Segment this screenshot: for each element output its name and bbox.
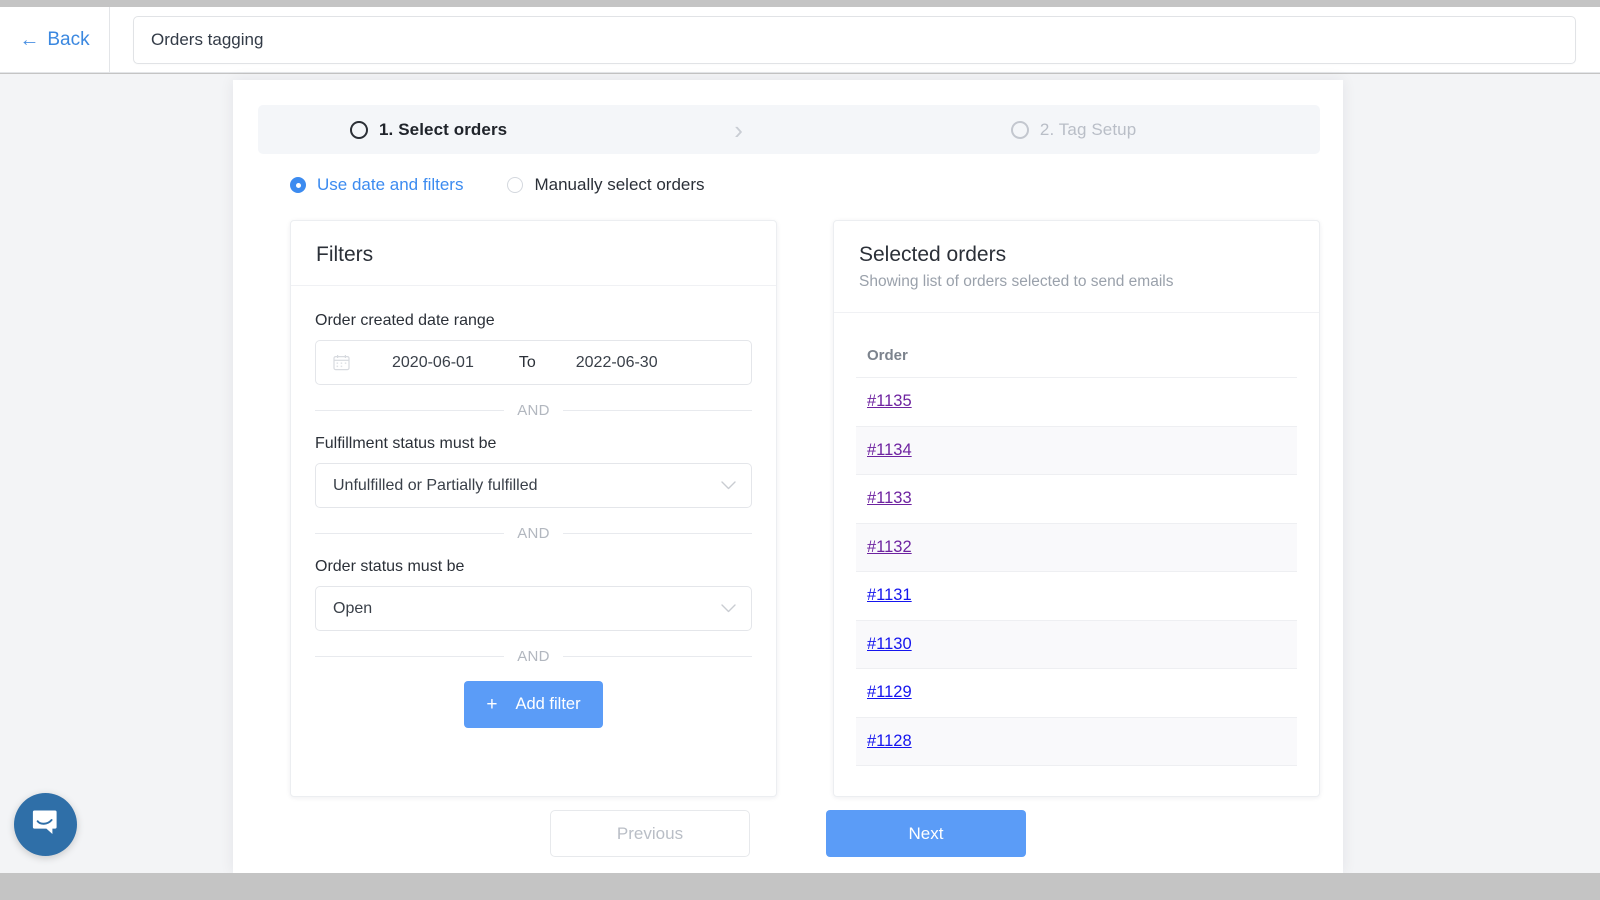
order-link[interactable]: #1129	[867, 683, 912, 702]
plus-icon: +	[486, 694, 498, 715]
order-status-label: Order status must be	[315, 558, 465, 575]
order-link[interactable]: #1130	[867, 635, 912, 654]
add-filter-button[interactable]: + Add filter	[464, 681, 603, 728]
arrow-left-icon: ←	[19, 28, 40, 51]
table-row[interactable]: #1135	[856, 378, 1297, 427]
filters-panel-header: Filters	[291, 221, 776, 286]
wizard-card: 1. Select orders › 2. Tag Setup Use date…	[233, 80, 1343, 873]
divider-line	[562, 533, 753, 534]
selected-orders-table: Order #1135 #1134 #1133 #1132 #1131 #113	[834, 313, 1319, 766]
order-status-select[interactable]: Open	[315, 586, 752, 631]
stepper-step-2-label: 2. Tag Setup	[1039, 119, 1137, 139]
app-root: ← Back Orders tagging 1. Select orders ›…	[0, 0, 1600, 900]
radio-manually-select-orders-label: Manually select orders	[534, 175, 705, 194]
fulfillment-status-label: Fulfillment status must be	[315, 435, 497, 452]
table-row[interactable]: #1130	[856, 620, 1297, 669]
order-link[interactable]: #1134	[867, 441, 912, 460]
order-link[interactable]: #1131	[867, 586, 912, 605]
radio-manually-select-orders[interactable]: Manually select orders	[507, 175, 705, 195]
table-row[interactable]: #1128	[856, 717, 1297, 766]
filters-panel-title: Filters	[316, 243, 374, 266]
table-row[interactable]: #1133	[856, 475, 1297, 524]
radio-use-date-and-filters[interactable]: Use date and filters	[290, 175, 463, 195]
date-range-label: Order created date range	[315, 312, 495, 329]
and-divider: AND	[315, 648, 753, 665]
date-range-start-value[interactable]: 2020-06-01	[392, 354, 474, 372]
add-filter-button-label: Add filter	[515, 695, 581, 713]
previous-button[interactable]: Previous	[550, 810, 750, 857]
order-link[interactable]: #1132	[867, 538, 912, 557]
selected-orders-subtitle: Showing list of orders selected to send …	[859, 273, 1174, 290]
divider-line	[315, 410, 505, 411]
order-link[interactable]: #1133	[867, 489, 912, 508]
date-range-separator: To	[518, 353, 536, 371]
orders-column-header-order: Order	[856, 313, 1297, 378]
divider-line	[315, 533, 505, 534]
chevron-down-icon	[721, 600, 736, 618]
divider-line	[315, 656, 505, 657]
top-bar: ← Back Orders tagging	[0, 6, 1600, 73]
bottom-strip	[0, 873, 1600, 900]
selected-orders-header: Selected orders Showing list of orders s…	[834, 221, 1319, 313]
table-row[interactable]: #1132	[856, 523, 1297, 572]
wizard-footer: Previous Next	[233, 810, 1343, 870]
automation-title-value: Orders tagging	[151, 29, 264, 49]
table-row[interactable]: #1129	[856, 669, 1297, 718]
step-circle-icon	[350, 120, 368, 139]
and-divider: AND	[315, 525, 753, 542]
divider-line	[562, 656, 753, 657]
chevron-right-icon: ›	[734, 114, 743, 145]
and-label: AND	[517, 648, 550, 665]
filters-panel-body: Order created date range 2020-06-01 To 2…	[291, 286, 776, 728]
chevron-down-icon	[721, 477, 736, 495]
add-filter-container: + Add filter	[315, 681, 752, 728]
mode-selector: Use date and filters Manually select ord…	[290, 175, 705, 195]
back-button-label: Back	[47, 28, 90, 50]
order-status-value: Open	[333, 599, 373, 617]
date-range-input[interactable]: 2020-06-01 To 2022-06-30	[315, 340, 752, 385]
divider-line	[562, 410, 753, 411]
and-label: AND	[517, 525, 550, 542]
fulfillment-status-value: Unfulfilled or Partially fulfilled	[333, 476, 538, 494]
and-divider: AND	[315, 402, 753, 419]
back-button[interactable]: ← Back	[0, 6, 110, 73]
stepper-step-1-label: 1. Select orders	[379, 119, 508, 139]
fulfillment-status-select[interactable]: Unfulfilled or Partially fulfilled	[315, 463, 752, 508]
table-row[interactable]: #1131	[856, 572, 1297, 621]
selected-orders-title: Selected orders	[859, 243, 1007, 266]
table-row[interactable]: #1134	[856, 426, 1297, 475]
calendar-icon	[333, 354, 350, 371]
radio-unselected-icon	[507, 177, 524, 193]
and-label: AND	[517, 402, 550, 419]
next-button[interactable]: Next	[826, 810, 1026, 857]
automation-title-input[interactable]: Orders tagging	[133, 15, 1576, 64]
order-link[interactable]: #1128	[867, 732, 912, 751]
chat-bubble-icon	[30, 807, 61, 843]
filters-panel: Filters Order created date range 2020-06…	[290, 220, 777, 797]
stepper-step-tag-setup[interactable]: 2. Tag Setup	[1010, 119, 1137, 140]
order-link[interactable]: #1135	[867, 392, 912, 411]
selected-orders-panel: Selected orders Showing list of orders s…	[833, 220, 1320, 797]
wizard-stepper: 1. Select orders › 2. Tag Setup	[258, 105, 1320, 154]
radio-use-date-and-filters-label: Use date and filters	[317, 175, 464, 194]
stepper-step-select-orders[interactable]: 1. Select orders	[258, 120, 507, 140]
radio-selected-icon	[290, 177, 306, 193]
date-range-end-value[interactable]: 2022-06-30	[576, 354, 658, 372]
intercom-launcher-button[interactable]	[14, 793, 77, 856]
step-circle-icon	[1010, 120, 1029, 139]
